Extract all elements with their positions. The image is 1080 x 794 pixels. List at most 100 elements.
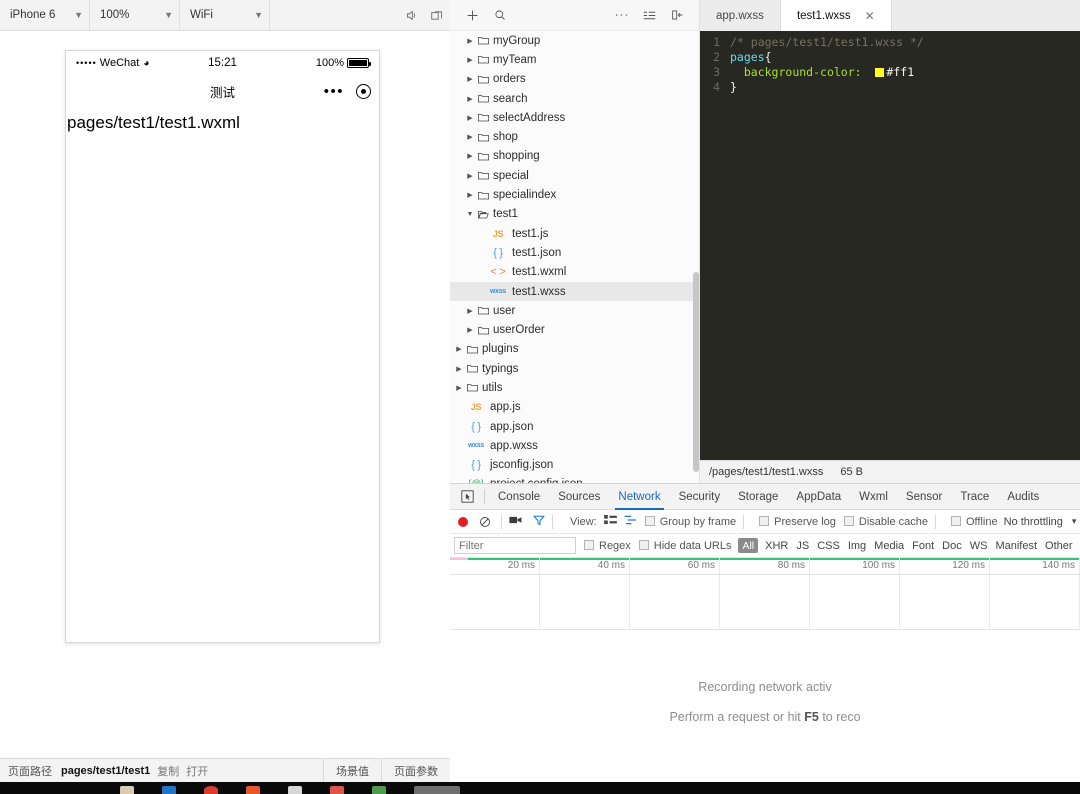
copy-path-button[interactable]: 复制: [150, 763, 179, 779]
resource-filter-all[interactable]: All: [738, 538, 759, 553]
resource-filter-other[interactable]: Other: [1045, 540, 1073, 552]
file-tree-row[interactable]: ▶ special: [450, 166, 699, 185]
chevron-down-icon[interactable]: ▾: [1072, 516, 1077, 527]
record-icon[interactable]: [458, 516, 468, 527]
devtools-tab[interactable]: Trace: [951, 484, 998, 510]
taskbar-app-icon[interactable]: [288, 786, 302, 794]
chevron-right-icon[interactable]: ▶: [465, 75, 475, 83]
resource-type-filters[interactable]: All XHR JS CSS Img Media Font Doc WS Manifest Othe…: [735, 538, 1076, 553]
chevron-right-icon[interactable]: ▶: [465, 114, 475, 122]
taskbar-app-icon[interactable]: [120, 786, 134, 794]
file-tree-row[interactable]: {@}project.config.json: [450, 475, 699, 483]
volume-icon[interactable]: [398, 0, 424, 31]
offline-checkbox[interactable]: Offline: [950, 515, 998, 528]
devtools-tab[interactable]: Sources: [549, 484, 609, 510]
os-taskbar[interactable]: [0, 782, 1080, 794]
chevron-right-icon[interactable]: ▶: [465, 326, 475, 334]
camera-icon[interactable]: [509, 515, 523, 528]
file-tree-row[interactable]: ▼ test1: [450, 205, 699, 224]
file-tree-row[interactable]: { } app.json: [450, 417, 699, 436]
open-path-button[interactable]: 打开: [179, 763, 208, 779]
phone-capsule-buttons[interactable]: •••: [324, 83, 371, 99]
hide-data-urls-checkbox[interactable]: Hide data URLs: [638, 539, 731, 552]
chevron-right-icon[interactable]: ▶: [465, 172, 475, 180]
file-tree-row[interactable]: ▶ plugins: [450, 340, 699, 359]
devtools-tab-strip[interactable]: Console Sources Network Security Storage AppD…: [450, 484, 1080, 510]
network-select[interactable]: WiFi ▼: [180, 0, 270, 31]
preserve-log-checkbox[interactable]: Preserve log: [759, 515, 836, 528]
chevron-right-icon[interactable]: ▶: [454, 384, 464, 392]
file-tree-row[interactable]: ▶ userOrder: [450, 320, 699, 339]
device-select[interactable]: iPhone 6 ▼: [0, 0, 90, 31]
file-tree-row[interactable]: ▶ shopping: [450, 147, 699, 166]
file-tree-row[interactable]: wxss test1.wxss: [450, 281, 699, 302]
file-tree-row[interactable]: { } jsconfig.json: [450, 456, 699, 475]
file-tree-row[interactable]: JS test1.js: [450, 224, 699, 243]
filter-input[interactable]: [454, 537, 576, 554]
checkbox[interactable]: [638, 539, 649, 550]
clear-icon[interactable]: [476, 516, 494, 528]
zoom-select[interactable]: 100% ▼: [90, 0, 180, 31]
editor-tab-strip[interactable]: app.wxss test1.wxss ✕: [700, 0, 1080, 31]
chevron-right-icon[interactable]: ▶: [465, 37, 475, 45]
file-tree-row[interactable]: ▶ shop: [450, 127, 699, 146]
waterfall-view-icon[interactable]: [624, 515, 637, 528]
file-tree-row[interactable]: ▶ myGroup: [450, 31, 699, 50]
devtools-tab[interactable]: Audits: [998, 484, 1048, 510]
taskbar-app-icon[interactable]: [372, 786, 386, 794]
chevron-right-icon[interactable]: ▶: [465, 307, 475, 315]
checkbox[interactable]: [843, 515, 854, 526]
file-tree-row[interactable]: ▶ search: [450, 89, 699, 108]
taskbar-app-icon[interactable]: [246, 786, 260, 794]
file-tree-row[interactable]: ▶ utils: [450, 378, 699, 397]
chevron-right-icon[interactable]: ▶: [465, 191, 475, 199]
checkbox[interactable]: [950, 515, 961, 526]
list-view-icon[interactable]: [603, 515, 617, 528]
throttling-select[interactable]: No throttling: [1004, 516, 1063, 528]
file-tree-row[interactable]: < > test1.wxml: [450, 263, 699, 282]
taskbar-app-icon[interactable]: [204, 786, 218, 794]
more-icon[interactable]: [607, 0, 635, 31]
file-tree-scrollbar[interactable]: [693, 272, 699, 472]
editor-code-area[interactable]: 1/* pages/test1/test1.wxss */2 pages{3 ba…: [700, 31, 1080, 460]
file-tree-row[interactable]: JS app.js: [450, 398, 699, 417]
target-circle-icon[interactable]: [356, 83, 371, 99]
regex-checkbox[interactable]: Regex: [584, 539, 631, 552]
file-tree-row[interactable]: { } test1.json: [450, 243, 699, 262]
outline-icon[interactable]: [635, 0, 663, 31]
chevron-right-icon[interactable]: ▶: [465, 56, 475, 64]
chevron-down-icon[interactable]: ▼: [465, 211, 475, 218]
chevron-right-icon[interactable]: ▶: [465, 152, 475, 160]
devtools-tab[interactable]: Network: [609, 484, 669, 510]
file-tree[interactable]: ▶ myGroup ▶ myTeam ▶ orders ▶ search ▶ selectAddr…: [450, 31, 699, 483]
resource-filter-font[interactable]: Font: [912, 540, 934, 552]
resource-filter-media[interactable]: Media: [874, 540, 904, 552]
file-tree-row[interactable]: ▶ typings: [450, 359, 699, 378]
checkbox[interactable]: [644, 515, 655, 526]
resource-filter-css[interactable]: CSS: [817, 540, 840, 552]
disable-cache-checkbox[interactable]: Disable cache: [843, 515, 928, 528]
editor-tab[interactable]: app.wxss: [700, 0, 781, 31]
resource-filter-doc[interactable]: Doc: [942, 540, 962, 552]
resource-filter-manifest[interactable]: Manifest: [995, 540, 1037, 552]
file-tree-row[interactable]: ▶ selectAddress: [450, 108, 699, 127]
taskbar-app-icon[interactable]: [162, 786, 176, 794]
editor-tab[interactable]: test1.wxss ✕: [780, 0, 892, 31]
inspect-element-icon[interactable]: [454, 490, 480, 503]
chevron-right-icon[interactable]: ▶: [465, 133, 475, 141]
checkbox[interactable]: [584, 539, 594, 550]
devtools-tab[interactable]: Storage: [729, 484, 787, 510]
file-tree-row[interactable]: ▶ specialindex: [450, 185, 699, 204]
scene-value-button[interactable]: 场景值: [323, 758, 381, 783]
collapse-icon[interactable]: [663, 0, 691, 31]
add-icon[interactable]: [458, 0, 486, 31]
file-tree-row[interactable]: ▶ user: [450, 301, 699, 320]
devtools-tab[interactable]: AppData: [787, 484, 850, 510]
resource-filter-ws[interactable]: WS: [970, 540, 988, 552]
search-icon[interactable]: [486, 0, 514, 31]
chevron-right-icon[interactable]: ▶: [465, 95, 475, 103]
resource-filter-xhr[interactable]: XHR: [765, 540, 788, 552]
file-tree-row[interactable]: ▶ orders: [450, 70, 699, 89]
rotate-icon[interactable]: [424, 0, 450, 31]
chevron-right-icon[interactable]: ▶: [454, 365, 464, 373]
